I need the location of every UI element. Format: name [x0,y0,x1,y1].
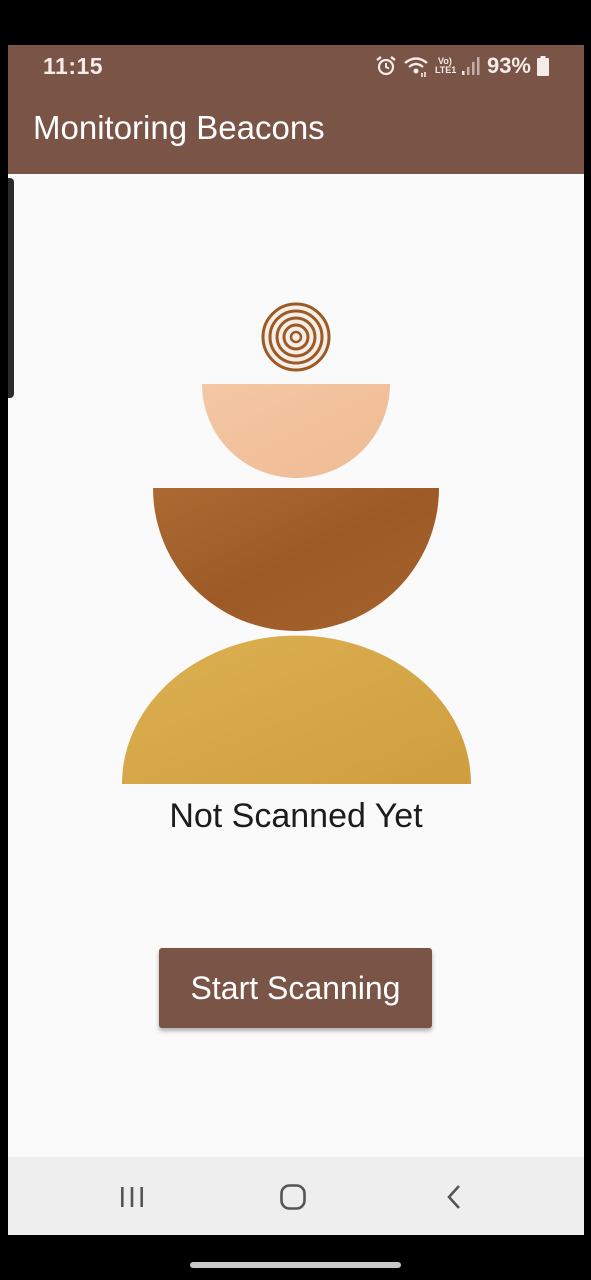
scan-status-text: Not Scanned Yet [169,797,423,835]
status-time: 11:15 [43,53,104,79]
battery-icon [537,56,549,76]
back-icon [447,1185,460,1209]
signal-icon [461,56,481,76]
status-icons: Vo) LTE1 93% [375,53,549,79]
wifi-icon [403,55,429,77]
alarm-icon [375,55,397,77]
beacon-illustration [8,295,584,795]
peach-bowl-shape [202,384,390,478]
home-icon [280,1184,306,1210]
app-bar: Monitoring Beacons [8,87,584,174]
recents-icon [121,1187,143,1207]
status-bar: 11:15 Vo) LTE1 93% [8,45,584,87]
start-scanning-button[interactable]: Start Scanning [159,948,432,1028]
screen: 11:15 Vo) LTE1 93% Monitoring Beacons No… [8,45,584,1235]
recents-button[interactable] [102,1175,162,1219]
app-title: Monitoring Beacons [33,109,325,146]
lte-label: LTE1 [434,65,457,75]
home-button[interactable] [263,1175,323,1219]
volte-lte-icon: Vo) LTE1 [434,57,457,75]
mustard-dome-shape [122,635,471,784]
rust-bowl-shape [153,488,439,631]
back-button[interactable] [424,1175,484,1219]
gesture-home-indicator[interactable] [190,1262,401,1268]
target-rings-icon [261,302,331,372]
battery-percent: 93% [486,53,531,78]
navigation-bar [8,1157,584,1235]
